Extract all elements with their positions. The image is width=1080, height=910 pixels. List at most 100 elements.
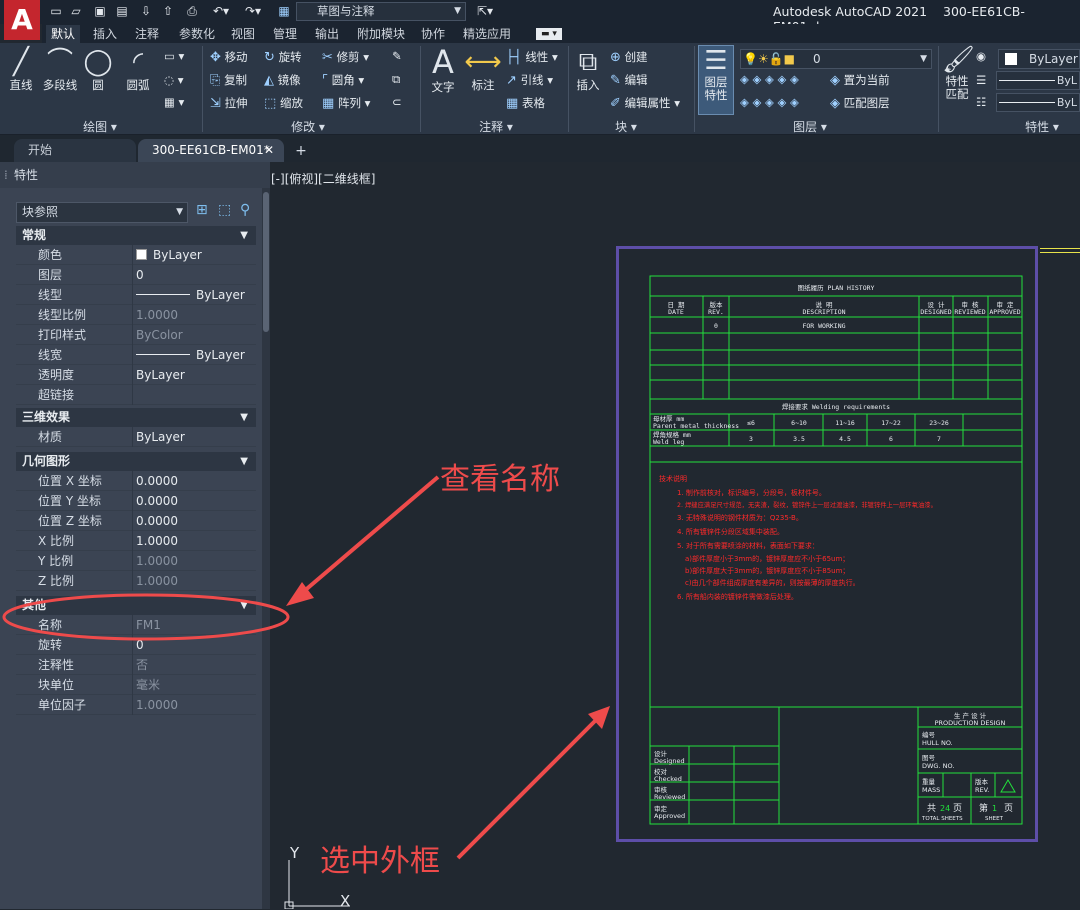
open-icon[interactable]: ▱ <box>68 3 84 19</box>
linetype-dropdown[interactable]: ByL <box>996 71 1080 90</box>
tab-start[interactable]: 开始 <box>14 139 136 162</box>
linetype-icon[interactable]: ☰ <box>976 73 986 87</box>
property-value[interactable]: 1.0000 <box>134 551 256 571</box>
layers-panel-title[interactable]: 图层 ▾ <box>780 118 840 135</box>
rectangle-icon[interactable]: ▭ ▾ <box>164 49 184 63</box>
property-row[interactable]: 线型 ByLayer <box>16 285 256 305</box>
tab-featured-apps[interactable]: 精选应用 <box>458 25 516 43</box>
properties-panel-title[interactable]: 特性 ▾ <box>1012 118 1072 135</box>
property-row[interactable]: 颜色 ByLayer <box>16 245 256 265</box>
property-value[interactable]: ByLayer <box>134 427 256 447</box>
property-row[interactable]: 图层 0 <box>16 265 256 285</box>
viewport-controls[interactable]: [-][俯视][二维线框] <box>271 170 375 187</box>
move-button[interactable]: ✥ 移动 <box>210 49 248 65</box>
section-header[interactable]: 三维效果 ▼ <box>16 408 256 427</box>
modify-panel-title[interactable]: 修改 ▾ <box>268 118 348 135</box>
object-type-dropdown[interactable]: 块参照 ▼ <box>16 202 188 223</box>
undo-icon[interactable]: ↶▾ <box>208 3 234 19</box>
offset-icon[interactable]: ⊂ <box>392 95 402 109</box>
selected-frame[interactable]: 图纸履历 PLAN HISTORY 日 期 DATE 版本 REV. 说 明 D… <box>616 246 1038 842</box>
tab-view[interactable]: 视图 <box>226 25 260 43</box>
mirror-button[interactable]: ◭ 镜像 <box>264 72 301 88</box>
layer-dropdown[interactable]: 💡☀🔓■ 0 ▼ <box>740 49 932 69</box>
property-row[interactable]: 超链接 <box>16 385 256 405</box>
property-value[interactable]: 0.0000 <box>134 511 256 531</box>
property-row[interactable]: Z 比例 1.0000 <box>16 571 256 591</box>
property-value[interactable]: ByLayer <box>134 365 256 385</box>
grip-icon[interactable]: ⁞ <box>4 162 8 188</box>
save-icon[interactable]: ▣ <box>92 3 108 19</box>
leader-button[interactable]: ↗ 引线 ▾ <box>506 72 553 88</box>
property-row[interactable]: 注释性否 <box>16 655 256 675</box>
erase-icon[interactable]: ✎ <box>392 49 402 63</box>
match-properties-button[interactable]: 🖌 特性 匹配 <box>942 45 975 101</box>
line-button[interactable]: ╱ 直线 <box>4 47 38 93</box>
polyline-button[interactable]: ⌒ 多段线 <box>40 47 80 93</box>
toggle-pickadd-icon[interactable]: ⊞ <box>196 202 208 218</box>
new-icon[interactable]: ▭ <box>48 3 64 19</box>
property-value[interactable]: ByLayer <box>134 285 256 305</box>
section-header[interactable]: 几何图形 ▼ <box>16 452 256 471</box>
color-dropdown[interactable]: ByLayer <box>998 49 1080 69</box>
new-tab-button[interactable]: + <box>290 143 312 160</box>
lineweight-icon[interactable]: ☷ <box>976 95 986 109</box>
linear-button[interactable]: ├┤ 线性 ▾ <box>506 49 558 65</box>
layer-tools-row2[interactable]: ◈ ◈ ◈ ◈ ◈ <box>740 95 799 109</box>
workspace-icon[interactable]: ▦ <box>276 3 292 19</box>
tab-home[interactable]: 默认 <box>46 25 81 43</box>
property-value[interactable]: 1.0000 <box>134 571 256 591</box>
property-value[interactable]: 1.0000 <box>134 305 256 325</box>
palette-title[interactable]: ⁞ 特性 <box>0 162 270 188</box>
arc-button[interactable]: ◜ 圆弧 <box>120 47 156 93</box>
collapse-icon[interactable]: ▼ <box>240 452 248 471</box>
draw-panel-title[interactable]: 绘图 ▾ <box>60 118 140 135</box>
collapse-icon[interactable]: ▼ <box>240 408 248 427</box>
export-icon[interactable]: ⇧ <box>160 3 176 19</box>
print-icon[interactable]: ⎙ <box>184 3 200 19</box>
import-icon[interactable]: ⇩ <box>138 3 154 19</box>
tab-addins[interactable]: 附加模块 <box>352 25 410 43</box>
collapse-icon[interactable]: ▼ <box>240 226 248 245</box>
section-header[interactable]: 其他 ▼ <box>16 596 256 615</box>
array-button[interactable]: ▦ 阵列 ▾ <box>322 95 370 111</box>
property-value[interactable]: 毫米 <box>134 675 256 695</box>
stretch-button[interactable]: ⇲ 拉伸 <box>210 95 248 111</box>
select-objects-icon[interactable]: ⬚ <box>218 202 231 218</box>
collapse-icon[interactable]: ▼ <box>240 596 248 615</box>
tab-manage[interactable]: 管理 <box>268 25 302 43</box>
scale-button[interactable]: ⬚ 缩放 <box>264 95 303 111</box>
color-wheel-icon[interactable]: ◉ <box>976 49 986 63</box>
explode-icon[interactable]: ⧉ <box>392 72 400 87</box>
close-icon[interactable]: ✕ <box>264 139 274 162</box>
set-current-button[interactable]: ◈ 置为当前 <box>830 72 890 88</box>
match-layer-button[interactable]: ◈ 匹配图层 <box>830 95 890 111</box>
rotate-button[interactable]: ↻ 旋转 <box>264 49 302 65</box>
property-value[interactable]: 1.0000 <box>134 695 256 715</box>
property-value[interactable] <box>134 385 256 405</box>
app-logo[interactable]: A <box>4 0 40 40</box>
tab-annotate[interactable]: 注释 <box>130 25 164 43</box>
table-button[interactable]: ▦ 表格 <box>506 95 545 111</box>
edit-block-button[interactable]: ✎ 编辑 <box>610 72 648 88</box>
circle-button[interactable]: ◯ 圆 <box>82 47 114 93</box>
layer-properties-button[interactable]: ☰ 图层 特性 <box>698 45 734 115</box>
trim-button[interactable]: ✂ 修剪 ▾ <box>322 49 369 65</box>
property-row[interactable]: X 比例 1.0000 <box>16 531 256 551</box>
property-row[interactable]: 旋转 0 <box>16 635 256 655</box>
tab-collaborate[interactable]: 协作 <box>416 25 450 43</box>
property-value[interactable]: 1.0000 <box>134 531 256 551</box>
fillet-button[interactable]: ⌜ 圆角 ▾ <box>322 72 364 88</box>
property-row[interactable]: 位置 Z 坐标 0.0000 <box>16 511 256 531</box>
dimension-button[interactable]: ⟷ 标注 <box>464 47 502 93</box>
property-value[interactable]: FM1 <box>134 615 256 635</box>
edit-attributes-button[interactable]: ✐ 编辑属性 ▾ <box>610 95 680 111</box>
text-button[interactable]: A 文字 <box>424 45 462 95</box>
property-value[interactable]: 0.0000 <box>134 491 256 511</box>
annotation-panel-title[interactable]: 注释 ▾ <box>456 118 536 135</box>
insert-button[interactable]: ⧉ 插入 <box>572 47 604 93</box>
quick-select-icon[interactable]: ⚲ <box>240 202 250 218</box>
layer-tools-row1[interactable]: ◈ ◈ ◈ ◈ ◈ <box>740 72 799 86</box>
create-block-button[interactable]: ⊕ 创建 <box>610 49 648 65</box>
tab-parametric[interactable]: 参数化 <box>174 25 220 43</box>
share-icon[interactable]: ⇱▾ <box>470 3 500 19</box>
